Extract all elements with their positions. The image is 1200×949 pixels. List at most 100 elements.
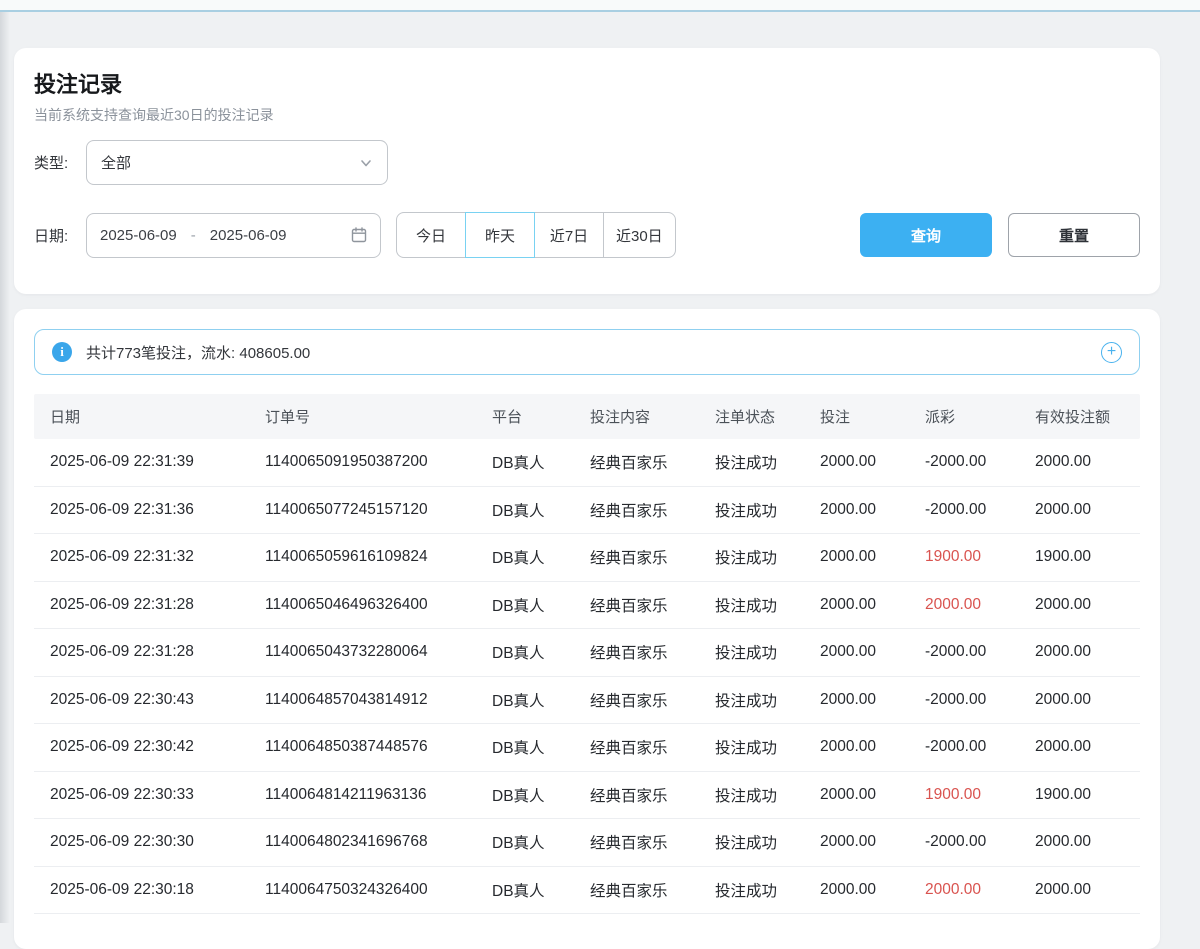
reset-button[interactable]: 重置 — [1008, 213, 1140, 257]
cell-bet: 2000.00 — [804, 738, 909, 756]
cell-status: 投注成功 — [699, 689, 804, 711]
cell-platform: DB真人 — [476, 499, 574, 521]
cell-platform: DB真人 — [476, 689, 574, 711]
cell-order: 1140064814211963136 — [249, 786, 476, 804]
summary-bar: i 共计773笔投注，流水: 408605.00 + — [34, 329, 1140, 375]
cell-valid: 2000.00 — [1019, 738, 1140, 756]
cell-bet: 2000.00 — [804, 643, 909, 661]
cell-payout: 1900.00 — [909, 548, 1019, 566]
cell-date: 2025-06-09 22:30:18 — [34, 881, 249, 899]
table-row: 2025-06-09 22:30:331140064814211963136DB… — [34, 772, 1140, 820]
cell-payout: -2000.00 — [909, 643, 1019, 661]
column-header: 派彩 — [909, 406, 1019, 427]
cell-content: 经典百家乐 — [574, 689, 699, 711]
calendar-icon — [351, 227, 367, 243]
cell-status: 投注成功 — [699, 784, 804, 806]
cell-status: 投注成功 — [699, 879, 804, 901]
cell-bet: 2000.00 — [804, 691, 909, 709]
date-end-value: 2025-06-09 — [210, 227, 287, 244]
cell-order: 1140064802341696768 — [249, 833, 476, 851]
type-select[interactable]: 全部 — [86, 140, 388, 185]
cell-date: 2025-06-09 22:30:42 — [34, 738, 249, 756]
filter-card: 投注记录 当前系统支持查询最近30日的投注记录 类型: 全部 日期: 2025-… — [14, 48, 1160, 294]
date-range-picker[interactable]: 2025-06-09 - 2025-06-09 — [86, 213, 381, 258]
cell-payout: 2000.00 — [909, 596, 1019, 614]
table-header: 日期订单号平台投注内容注单状态投注派彩有效投注额 — [34, 394, 1140, 439]
expand-plus-icon[interactable]: + — [1101, 342, 1122, 363]
cell-date: 2025-06-09 22:31:36 — [34, 501, 249, 519]
cell-order: 1140064857043814912 — [249, 691, 476, 709]
cell-date: 2025-06-09 22:31:28 — [34, 643, 249, 661]
cell-valid: 2000.00 — [1019, 596, 1140, 614]
cell-valid: 2000.00 — [1019, 643, 1140, 661]
table-row: 2025-06-09 22:31:321140065059616109824DB… — [34, 534, 1140, 582]
range-button-recent30[interactable]: 近30日 — [603, 212, 676, 258]
column-header: 平台 — [476, 406, 574, 427]
cell-payout: -2000.00 — [909, 738, 1019, 756]
table-row: 2025-06-09 22:31:391140065091950387200DB… — [34, 439, 1140, 487]
page-left-edge-shadow — [0, 12, 10, 923]
cell-platform: DB真人 — [476, 594, 574, 616]
table-row: 2025-06-09 22:30:431140064857043814912DB… — [34, 677, 1140, 725]
cell-content: 经典百家乐 — [574, 831, 699, 853]
cell-content: 经典百家乐 — [574, 499, 699, 521]
cell-platform: DB真人 — [476, 641, 574, 663]
cell-bet: 2000.00 — [804, 501, 909, 519]
table-row: 2025-06-09 22:30:421140064850387448576DB… — [34, 724, 1140, 772]
records-card: i 共计773笔投注，流水: 408605.00 + 日期订单号平台投注内容注单… — [14, 309, 1160, 949]
date-label: 日期: — [34, 225, 80, 246]
top-strip — [0, 0, 1200, 10]
cell-payout: -2000.00 — [909, 453, 1019, 471]
quick-range-group: 今日昨天近7日近30日 — [396, 212, 676, 258]
type-select-value: 全部 — [101, 152, 131, 173]
cell-order: 1140065091950387200 — [249, 453, 476, 471]
cell-date: 2025-06-09 22:31:39 — [34, 453, 249, 471]
page-title: 投注记录 — [34, 72, 1140, 98]
cell-content: 经典百家乐 — [574, 546, 699, 568]
cell-platform: DB真人 — [476, 831, 574, 853]
cell-payout: -2000.00 — [909, 501, 1019, 519]
cell-valid: 1900.00 — [1019, 548, 1140, 566]
cell-platform: DB真人 — [476, 784, 574, 806]
top-divider-line — [0, 10, 1200, 12]
range-button-yesterday[interactable]: 昨天 — [465, 212, 535, 258]
search-button[interactable]: 查询 — [860, 213, 992, 257]
cell-valid: 2000.00 — [1019, 833, 1140, 851]
column-header: 注单状态 — [699, 406, 804, 427]
cell-bet: 2000.00 — [804, 881, 909, 899]
column-header: 有效投注额 — [1019, 406, 1140, 427]
cell-date: 2025-06-09 22:30:30 — [34, 833, 249, 851]
cell-order: 1140065077245157120 — [249, 501, 476, 519]
cell-order: 1140064850387448576 — [249, 738, 476, 756]
table-row: 2025-06-09 22:31:281140065046496326400DB… — [34, 582, 1140, 630]
column-header: 投注内容 — [574, 406, 699, 427]
range-button-recent7[interactable]: 近7日 — [534, 212, 604, 258]
table-row: 2025-06-09 22:30:301140064802341696768DB… — [34, 819, 1140, 867]
table-row: 2025-06-09 22:30:181140064750324326400DB… — [34, 867, 1140, 915]
range-button-today[interactable]: 今日 — [396, 212, 466, 258]
cell-platform: DB真人 — [476, 736, 574, 758]
table-row: 2025-06-09 22:31:281140065043732280064DB… — [34, 629, 1140, 677]
cell-content: 经典百家乐 — [574, 879, 699, 901]
info-icon: i — [52, 342, 72, 362]
table-row: 2025-06-09 22:31:361140065077245157120DB… — [34, 487, 1140, 535]
column-header: 日期 — [34, 406, 249, 427]
cell-order: 1140065043732280064 — [249, 643, 476, 661]
cell-bet: 2000.00 — [804, 453, 909, 471]
cell-platform: DB真人 — [476, 879, 574, 901]
cell-bet: 2000.00 — [804, 548, 909, 566]
cell-payout: -2000.00 — [909, 833, 1019, 851]
cell-status: 投注成功 — [699, 594, 804, 616]
cell-payout: 2000.00 — [909, 881, 1019, 899]
cell-order: 1140065046496326400 — [249, 596, 476, 614]
cell-content: 经典百家乐 — [574, 594, 699, 616]
table-body: 2025-06-09 22:31:391140065091950387200DB… — [34, 439, 1140, 914]
summary-text: 共计773笔投注，流水: 408605.00 — [86, 342, 310, 363]
cell-valid: 2000.00 — [1019, 691, 1140, 709]
cell-valid: 1900.00 — [1019, 786, 1140, 804]
column-header: 订单号 — [249, 406, 476, 427]
cell-valid: 2000.00 — [1019, 881, 1140, 899]
cell-platform: DB真人 — [476, 451, 574, 473]
cell-order: 1140064750324326400 — [249, 881, 476, 899]
cell-payout: 1900.00 — [909, 786, 1019, 804]
